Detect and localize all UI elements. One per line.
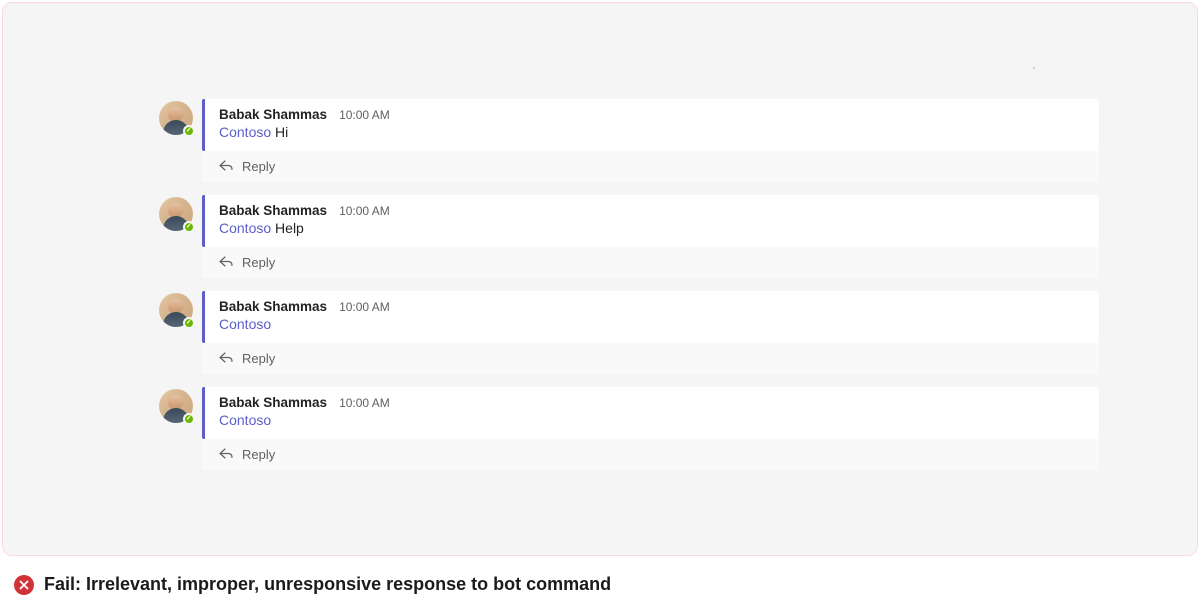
message-list: Babak Shammas 10:00 AM Contoso Hi Reply xyxy=(159,99,1099,470)
message-item: Babak Shammas 10:00 AM Contoso Reply xyxy=(159,291,1099,374)
chat-frame: Babak Shammas 10:00 AM Contoso Hi Reply xyxy=(2,2,1198,556)
reply-icon xyxy=(219,256,233,268)
reply-label: Reply xyxy=(242,159,275,174)
mention[interactable]: Contoso xyxy=(219,412,271,428)
message-bubble[interactable]: Babak Shammas 10:00 AM Contoso xyxy=(202,387,1099,439)
message-author: Babak Shammas xyxy=(219,107,327,122)
caption-row: Fail: Irrelevant, improper, unresponsive… xyxy=(14,574,1200,595)
message-text: Help xyxy=(275,220,304,236)
reply-button[interactable]: Reply xyxy=(202,247,1099,278)
message-bubble[interactable]: Babak Shammas 10:00 AM Contoso xyxy=(202,291,1099,343)
caption-text: Fail: Irrelevant, improper, unresponsive… xyxy=(44,574,611,595)
reply-label: Reply xyxy=(242,255,275,270)
message-text: Hi xyxy=(275,124,288,140)
message-body: Contoso Hi xyxy=(219,123,1085,142)
presence-available-icon xyxy=(183,125,195,137)
message-body: Contoso xyxy=(219,315,1085,334)
reply-button[interactable]: Reply xyxy=(202,343,1099,374)
fail-icon xyxy=(14,575,34,595)
message-body: Contoso xyxy=(219,411,1085,430)
message-timestamp: 10:00 AM xyxy=(339,396,390,410)
reply-icon xyxy=(219,160,233,172)
presence-available-icon xyxy=(183,317,195,329)
reply-icon xyxy=(219,352,233,364)
message-timestamp: 10:00 AM xyxy=(339,108,390,122)
message-timestamp: 10:00 AM xyxy=(339,204,390,218)
message-bubble[interactable]: Babak Shammas 10:00 AM Contoso Hi xyxy=(202,99,1099,151)
message-bubble[interactable]: Babak Shammas 10:00 AM Contoso Help xyxy=(202,195,1099,247)
message-item: Babak Shammas 10:00 AM Contoso Hi Reply xyxy=(159,99,1099,182)
message-timestamp: 10:00 AM xyxy=(339,300,390,314)
message-author: Babak Shammas xyxy=(219,299,327,314)
message-item: Babak Shammas 10:00 AM Contoso Reply xyxy=(159,387,1099,470)
mention[interactable]: Contoso xyxy=(219,316,271,332)
message-author: Babak Shammas xyxy=(219,395,327,410)
reply-button[interactable]: Reply xyxy=(202,151,1099,182)
message-item: Babak Shammas 10:00 AM Contoso Help Repl… xyxy=(159,195,1099,278)
reply-label: Reply xyxy=(242,447,275,462)
mention[interactable]: Contoso xyxy=(219,220,271,236)
presence-available-icon xyxy=(183,221,195,233)
reply-label: Reply xyxy=(242,351,275,366)
decorative-dot xyxy=(1033,67,1035,69)
reply-button[interactable]: Reply xyxy=(202,439,1099,470)
message-author: Babak Shammas xyxy=(219,203,327,218)
presence-available-icon xyxy=(183,413,195,425)
reply-icon xyxy=(219,448,233,460)
message-body: Contoso Help xyxy=(219,219,1085,238)
mention[interactable]: Contoso xyxy=(219,124,271,140)
